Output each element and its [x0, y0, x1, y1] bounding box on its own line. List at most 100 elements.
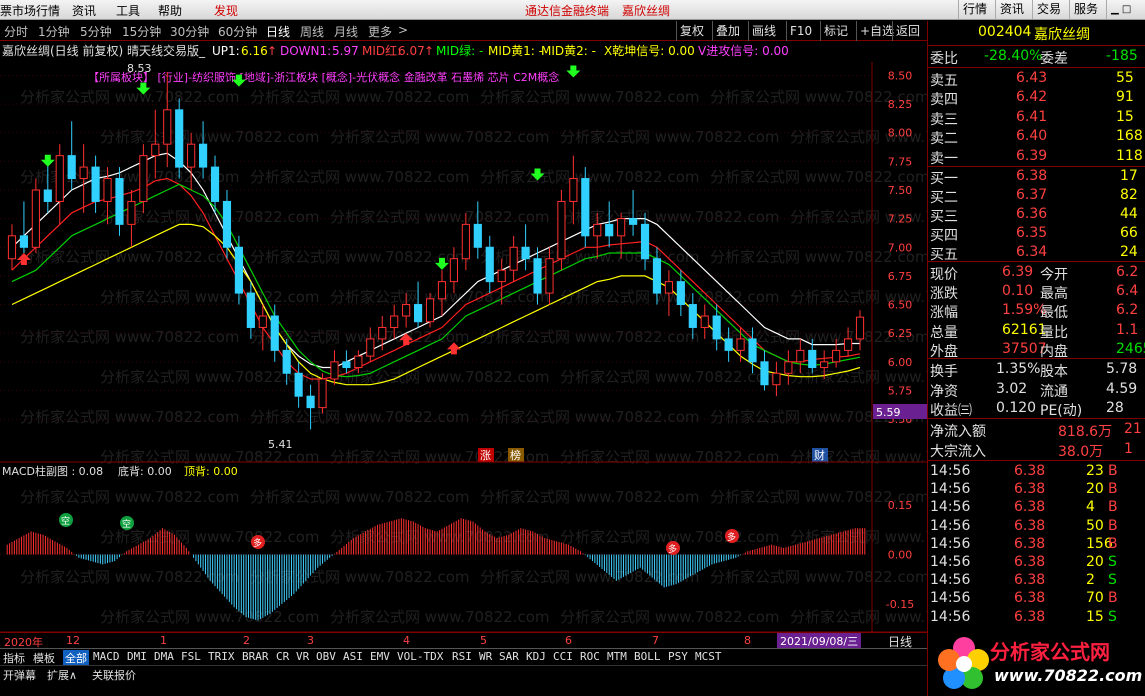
top-btn-service[interactable]: 服务 — [1069, 0, 1102, 19]
candle-body — [557, 200, 566, 260]
indicator-tab-24[interactable]: MCST — [695, 650, 722, 663]
tick-price: 6.38 — [1014, 463, 1046, 479]
btn-fuquan[interactable]: 复权 — [676, 21, 707, 41]
weibi-label: 委比 — [930, 51, 958, 67]
indicator-tab-11[interactable]: OBV — [316, 650, 336, 663]
btn-mark[interactable]: 标记 — [820, 21, 851, 41]
chevron-right-icon[interactable]: > — [398, 23, 408, 37]
period-15min[interactable]: 15分钟 — [122, 23, 161, 40]
period-fenshi[interactable]: 分时 — [4, 23, 28, 40]
period-30min[interactable]: 30分钟 — [170, 23, 209, 40]
indicator-tab-21[interactable]: MTM — [607, 650, 627, 663]
menu-bar: 票市场行情 资讯 工具 帮助 发现 通达信金融终端 嘉欣丝绸 行情 资讯 交易 … — [0, 0, 1145, 34]
window-controls[interactable]: ▁ □ ✕ — [1106, 0, 1145, 34]
indicator-tab-18[interactable]: KDJ — [526, 650, 546, 663]
btn-drawline[interactable]: 画线 — [748, 21, 779, 41]
top-btn-news[interactable]: 资讯 — [995, 0, 1028, 19]
period-60min[interactable]: 60分钟 — [218, 23, 257, 40]
cai-badge[interactable]: 财 — [814, 448, 825, 462]
stat2-label-2: PE(动) — [1040, 403, 1083, 419]
indicator-tab-15[interactable]: RSI — [452, 650, 472, 663]
kline-chart[interactable]: 嘉欣丝绸(日线 前复权) 晴天线交易版_ UP1: 6.16 ↑ DOWN1: … — [0, 42, 927, 632]
candle-body — [19, 235, 29, 248]
indicator-tab-0[interactable]: 指标 — [3, 650, 25, 666]
indicator-tab-22[interactable]: BOLL — [634, 650, 661, 663]
tick-row: 14:56 6.38 2 S — [928, 571, 1145, 590]
stat-label-2: 最低 — [1040, 305, 1068, 322]
btn-add-favorite[interactable]: +自选 — [856, 21, 897, 41]
indicator-tab-2[interactable]: 全部 — [63, 650, 89, 666]
btn-expand[interactable]: 扩展∧ — [47, 667, 77, 683]
bid-label: 买二 — [930, 190, 958, 206]
bang-badge[interactable]: 榜 — [510, 448, 521, 462]
ask-label: 卖四 — [930, 92, 958, 109]
bid-volume: 24 — [1120, 244, 1138, 260]
watermark-text: 分析家公式网 www.70822.com — [250, 568, 470, 586]
period-more[interactable]: 更多 — [368, 23, 392, 40]
stock-code: 002404 — [978, 24, 1032, 40]
indicator-tab-1[interactable]: 模板 — [33, 650, 55, 666]
indicator-tab-23[interactable]: PSY — [668, 650, 688, 663]
menu-news[interactable]: 资讯 — [72, 2, 96, 19]
indicator-tab-6[interactable]: FSL — [181, 650, 201, 663]
chart-area[interactable]: 嘉欣丝绸(日线 前复权) 晴天线交易版_ UP1: 6.16 ↑ DOWN1: … — [0, 42, 927, 649]
macd-dibei: 底背: 0.00 — [118, 464, 172, 478]
down1-label: DOWN1: — [280, 44, 331, 58]
btn-overlay[interactable]: 叠加 — [712, 21, 743, 41]
candle-body — [234, 246, 243, 294]
btn-related-quote[interactable]: 关联报价 — [92, 667, 136, 683]
price-tick-label: 8.25 — [888, 98, 913, 111]
period-weekly[interactable]: 周线 — [300, 23, 324, 40]
candle-body — [676, 281, 685, 306]
indicator-tab-16[interactable]: WR — [479, 650, 492, 663]
ask-price: 6.41 — [1016, 108, 1048, 125]
indicator-tab-5[interactable]: DMA — [154, 650, 174, 663]
stat2-label-2: 流通 — [1040, 383, 1068, 400]
period-monthly[interactable]: 月线 — [334, 23, 358, 40]
top-btn-quote[interactable]: 行情 — [958, 0, 991, 19]
zhang-badge[interactable]: 涨 — [480, 449, 491, 462]
indicator-tab-8[interactable]: BRAR — [242, 650, 269, 663]
tick-time: 14:56 — [930, 535, 971, 552]
indicator-tab-7[interactable]: TRIX — [208, 650, 235, 663]
bid-price: 6.37 — [1016, 187, 1048, 203]
midyellow2-label: MID黄2: - — [541, 44, 596, 58]
menu-tools[interactable]: 工具 — [116, 2, 140, 19]
indicator-tab-9[interactable]: CR — [276, 650, 289, 663]
candle-body — [509, 246, 518, 271]
indicator-tab-17[interactable]: SAR — [499, 650, 519, 663]
period-1min[interactable]: 1分钟 — [38, 23, 70, 40]
indicator-tab-19[interactable]: CCI — [553, 650, 573, 663]
btn-danmaku[interactable]: 开弹幕 — [3, 667, 36, 683]
tick-volume: 2 — [1086, 572, 1095, 589]
stat-row: 总量 62161 量比 1.1 — [928, 321, 1145, 341]
btn-back[interactable]: 返回 — [892, 21, 923, 41]
flow-value: 38.0万 — [1058, 443, 1104, 460]
menu-market[interactable]: 票市场行情 — [0, 2, 60, 19]
macd-tick-label: 0.15 — [888, 499, 913, 512]
indicator-tab-3[interactable]: MACD — [93, 650, 120, 663]
watermark-text: 分析家公式网 www.70822.com — [20, 328, 240, 346]
indicator-tab-20[interactable]: ROC — [580, 650, 600, 663]
top-btn-trade[interactable]: 交易 — [1032, 0, 1065, 19]
up1-label: UP1: — [212, 44, 240, 58]
indicator-tab-4[interactable]: DMI — [127, 650, 147, 663]
candle-body — [712, 315, 721, 340]
menu-discover[interactable]: 发现 — [214, 2, 238, 19]
bid-price: 6.38 — [1016, 168, 1048, 184]
menu-help[interactable]: 帮助 — [158, 2, 182, 19]
period-5min[interactable]: 5分钟 — [80, 23, 112, 40]
quote-panel: 002404 嘉欣丝绸 委比 -28.40% 委差 -185 卖五 6.43 55 卖… — [927, 21, 1145, 696]
macd-histogram: 0.15 0.00 -0.15 — [0, 499, 914, 621]
current-date: 2021/09/08/三 — [777, 633, 862, 649]
indicator-tab-14[interactable]: VOL-TDX — [397, 650, 443, 663]
period-daily[interactable]: 日线 — [266, 23, 290, 40]
btn-f10[interactable]: F10 — [786, 21, 815, 41]
candle-body — [820, 361, 829, 369]
candle-body — [366, 338, 375, 357]
indicator-tab-12[interactable]: ASI — [343, 650, 363, 663]
candle-body — [832, 349, 841, 363]
indicator-tab-10[interactable]: VR — [296, 650, 309, 663]
indicator-tab-13[interactable]: EMV — [370, 650, 390, 663]
candle-body — [485, 246, 494, 283]
